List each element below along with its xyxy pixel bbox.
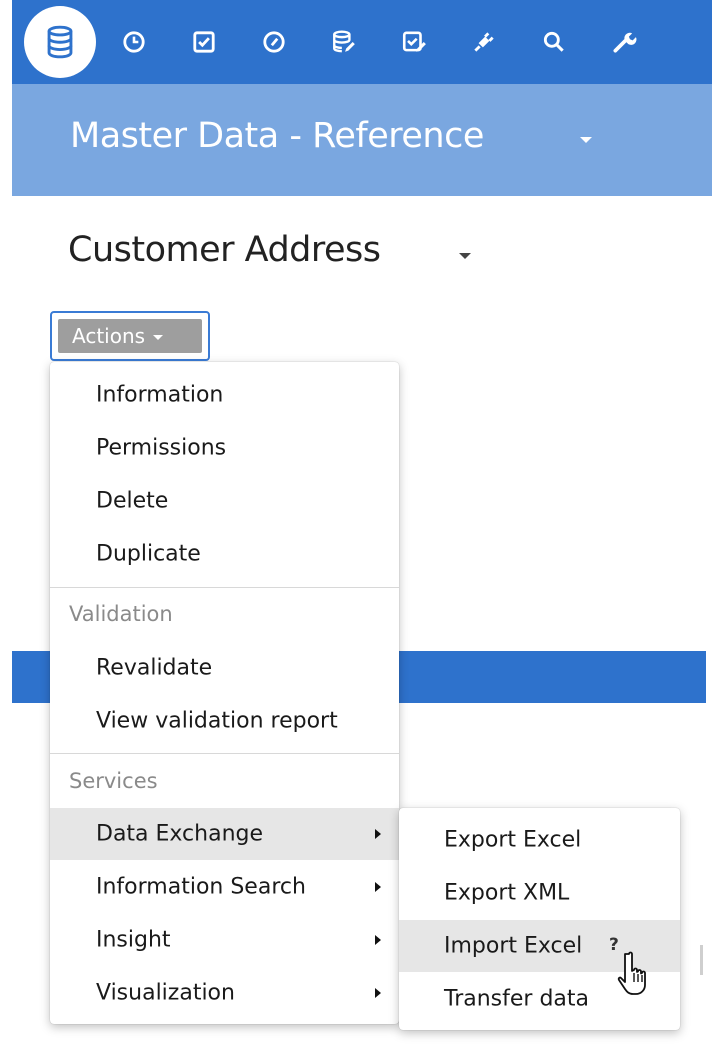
- menu-header-validation: Validation: [69, 602, 173, 626]
- menu-item-insight[interactable]: Insight: [50, 914, 399, 966]
- gauge-icon: [263, 31, 285, 53]
- resize-handle[interactable]: [700, 945, 703, 975]
- submenu-item-label: Export Excel: [444, 827, 582, 853]
- top-toolbar: [12, 0, 712, 84]
- database-edit-button[interactable]: [324, 22, 364, 62]
- chevron-right-icon: [375, 829, 381, 839]
- checklist-icon: [402, 31, 426, 52]
- checklist-button[interactable]: [394, 22, 434, 62]
- menu-item-view-validation-report[interactable]: View validation report: [50, 695, 399, 747]
- menu-header-services: Services: [69, 769, 158, 793]
- menu-item-visualization[interactable]: Visualization: [50, 967, 399, 1019]
- checkbox-button[interactable]: [184, 22, 224, 62]
- menu-item-label: Permissions: [96, 435, 227, 461]
- search-button[interactable]: [534, 22, 574, 62]
- checkbox-icon: [193, 31, 215, 53]
- plug-button[interactable]: [464, 22, 504, 62]
- menu-item-information[interactable]: Information: [50, 369, 399, 421]
- submenu-item-export-xml[interactable]: Export XML: [399, 867, 680, 919]
- left-margin: [0, 0, 12, 1063]
- menu-item-label: Insight: [96, 927, 171, 953]
- actions-button-inner[interactable]: Actions: [58, 319, 202, 353]
- menu-item-label: Data Exchange: [96, 821, 264, 847]
- menu-divider: [50, 753, 399, 754]
- database-icon: [47, 25, 73, 59]
- section-title[interactable]: Master Data - Reference: [70, 116, 484, 156]
- plug-icon: [474, 32, 494, 52]
- actions-label: Actions: [72, 324, 146, 348]
- gauge-button[interactable]: [254, 22, 294, 62]
- database-edit-icon: [333, 30, 355, 53]
- submenu-item-label: Import Excel: [444, 933, 583, 959]
- clock-icon: [123, 31, 145, 53]
- wrench-icon: [613, 32, 637, 53]
- chevron-right-icon: [375, 935, 381, 945]
- menu-item-label: Information Search: [96, 874, 306, 900]
- menu-item-label: Visualization: [96, 980, 235, 1006]
- clock-button[interactable]: [114, 22, 154, 62]
- submenu-item-label: Export XML: [444, 880, 570, 906]
- menu-item-revalidate[interactable]: Revalidate: [50, 642, 399, 694]
- submenu-item-export-excel[interactable]: Export Excel: [399, 814, 680, 866]
- search-icon: [543, 31, 564, 52]
- actions-button[interactable]: Actions: [50, 311, 210, 361]
- page-title[interactable]: Customer Address: [68, 230, 381, 270]
- menu-item-label: Revalidate: [96, 655, 213, 681]
- menu-divider: [50, 587, 399, 588]
- menu-item-label: Information: [96, 382, 224, 408]
- menu-item-permissions[interactable]: Permissions: [50, 422, 399, 474]
- menu-item-label: Duplicate: [96, 541, 201, 567]
- menu-item-label: View validation report: [96, 708, 338, 734]
- section-header: Master Data - Reference: [12, 84, 712, 196]
- hand-cursor-icon: [617, 951, 646, 995]
- chevron-right-icon: [375, 882, 381, 892]
- database-button[interactable]: [24, 6, 96, 78]
- menu-item-duplicate[interactable]: Duplicate: [50, 528, 399, 580]
- menu-item-delete[interactable]: Delete: [50, 475, 399, 527]
- menu-item-information-search[interactable]: Information Search: [50, 861, 399, 913]
- menu-item-label: Delete: [96, 488, 169, 514]
- section-dropdown-icon[interactable]: [580, 137, 592, 143]
- page-title-dropdown-icon[interactable]: [459, 253, 471, 259]
- wrench-button[interactable]: [604, 22, 644, 62]
- actions-menu: Information Permissions Delete Duplicate…: [50, 362, 399, 1024]
- chevron-right-icon: [375, 988, 381, 998]
- menu-item-data-exchange[interactable]: Data Exchange: [50, 808, 399, 860]
- submenu-item-label: Transfer data: [444, 986, 590, 1012]
- chevron-down-icon: [153, 335, 164, 340]
